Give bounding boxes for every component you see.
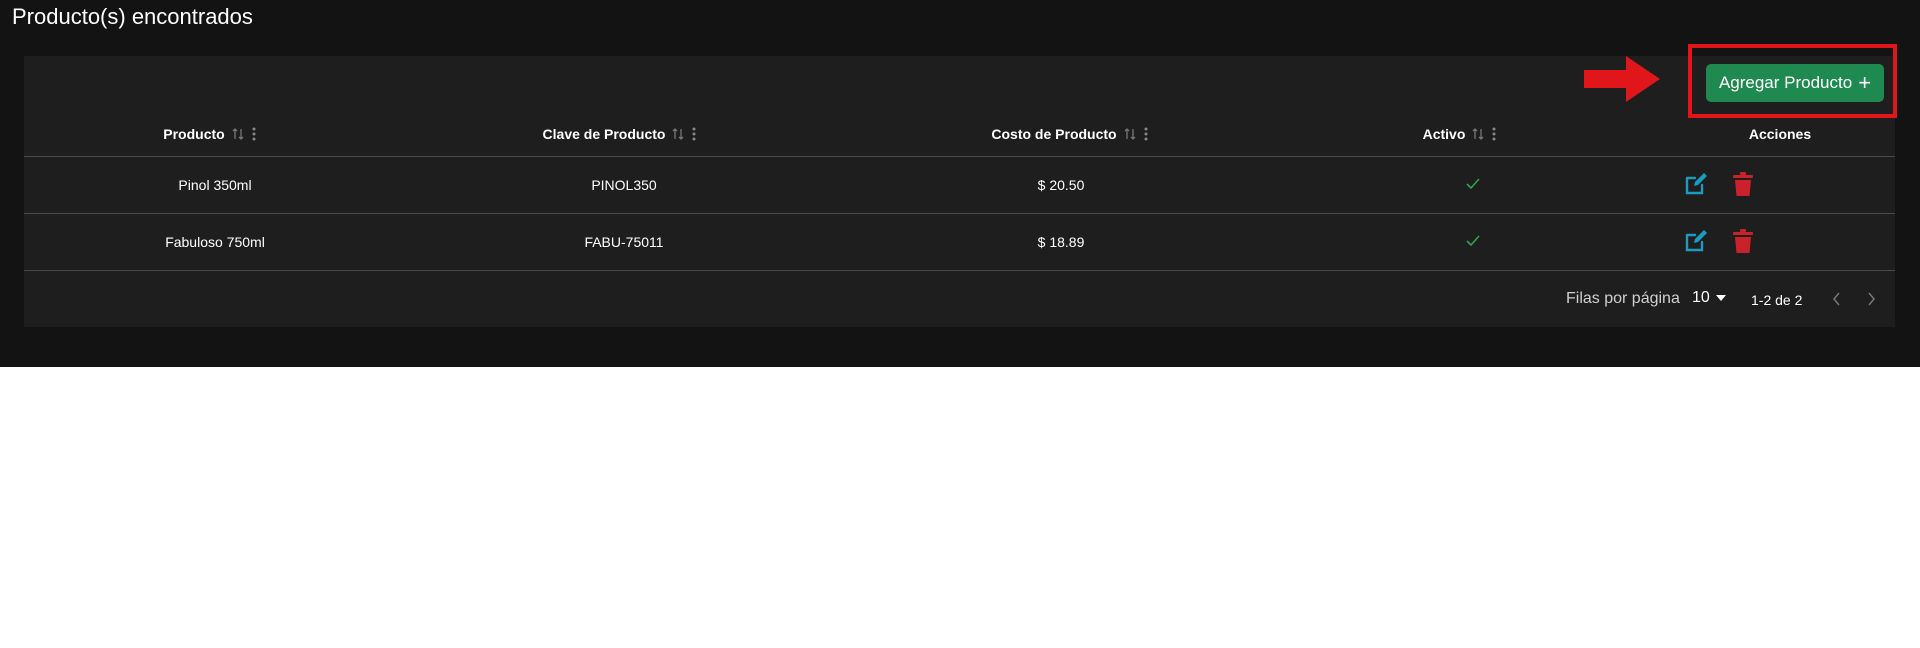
column-header-acciones: Acciones: [1720, 124, 1840, 144]
sort-icon[interactable]: [671, 127, 685, 141]
cell-costo: $ 20.50: [1037, 177, 1085, 193]
pagination-range: 1-2 de 2: [1751, 292, 1803, 308]
sort-icon[interactable]: [1471, 127, 1485, 141]
cell-producto: Fabuloso 750ml: [165, 234, 265, 250]
red-arrow-icon: [1584, 56, 1660, 102]
header-divider: [24, 156, 1895, 157]
column-header-label: Activo: [1422, 126, 1466, 142]
column-menu-icon[interactable]: [1491, 126, 1497, 142]
row-divider: [24, 270, 1895, 271]
chevron-left-icon[interactable]: [1831, 291, 1843, 307]
column-header-activo[interactable]: Activo: [1400, 124, 1520, 144]
column-menu-icon[interactable]: [1143, 126, 1149, 142]
dropdown-caret-icon: [1715, 295, 1726, 301]
check-icon: [1466, 235, 1480, 247]
page-title: Producto(s) encontrados: [12, 4, 253, 29]
column-menu-icon[interactable]: [691, 126, 697, 142]
cell-clave: FABU-75011: [584, 234, 664, 250]
column-header-label: Acciones: [1748, 126, 1812, 142]
trash-icon[interactable]: [1730, 228, 1756, 254]
highlight-annotation-box: [1688, 44, 1897, 118]
edit-icon[interactable]: [1683, 171, 1709, 197]
column-menu-icon[interactable]: [251, 126, 257, 142]
column-header-label: Costo de Producto: [991, 126, 1117, 142]
column-header-label: Clave de Producto: [542, 126, 666, 142]
rows-per-page-value: 10: [1692, 289, 1710, 306]
cell-costo: $ 18.89: [1037, 234, 1085, 250]
rows-per-page-select[interactable]: 10: [1692, 289, 1726, 307]
cell-clave: PINOL350: [591, 177, 657, 193]
column-header-label: Producto: [163, 126, 225, 142]
main-panel: Producto(s) encontrados Agregar Producto…: [0, 0, 1920, 367]
check-icon: [1466, 178, 1480, 190]
chevron-right-icon[interactable]: [1865, 291, 1877, 307]
row-divider: [24, 213, 1895, 214]
column-header-clave[interactable]: Clave de Producto: [520, 124, 720, 144]
cell-producto: Pinol 350ml: [178, 177, 252, 193]
trash-icon[interactable]: [1730, 171, 1756, 197]
column-header-producto[interactable]: Producto: [110, 124, 310, 144]
column-header-costo[interactable]: Costo de Producto: [960, 124, 1180, 144]
edit-icon[interactable]: [1683, 228, 1709, 254]
sort-icon[interactable]: [1123, 127, 1137, 141]
rows-per-page-label: Filas por página: [1566, 290, 1680, 307]
sort-icon[interactable]: [231, 127, 245, 141]
